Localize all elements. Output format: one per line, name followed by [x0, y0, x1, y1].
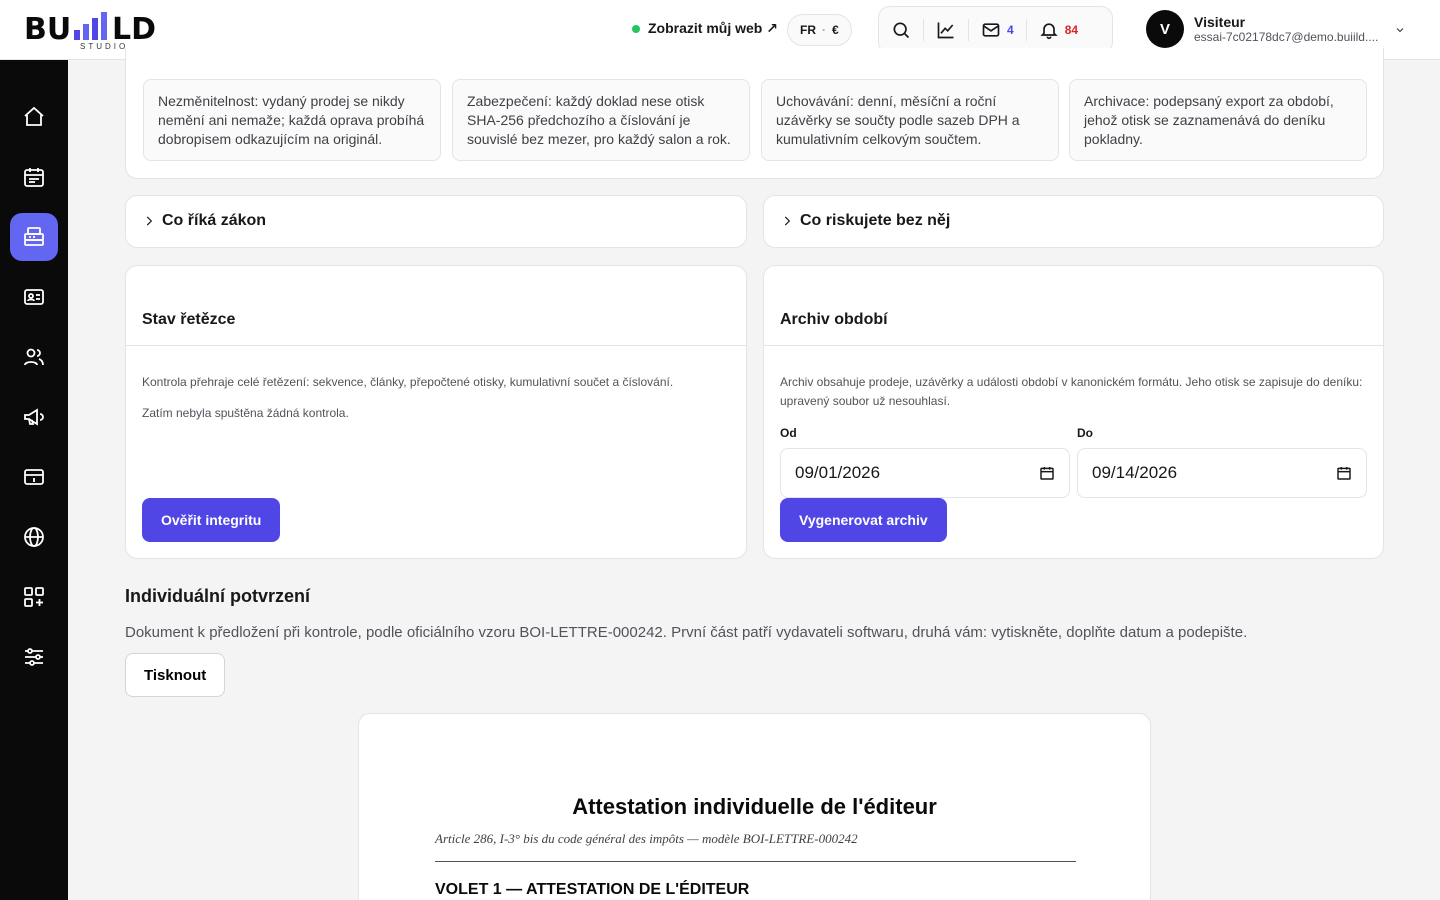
- sidebar-item-contacts[interactable]: [10, 273, 58, 321]
- document-section-heading: VOLET 1 — ATTESTATION DE L'ÉDITEUR: [435, 881, 750, 898]
- sidebar-item-calendar[interactable]: [10, 153, 58, 201]
- user-email: essai-7c02178dc7@demo.buiild....: [1194, 30, 1379, 44]
- rule-retention: Uchovávání: denní, měsíční a roční uzávě…: [761, 79, 1059, 161]
- sidebar-item-marketing[interactable]: [10, 393, 58, 441]
- sidebar-item-home[interactable]: [10, 93, 58, 141]
- user-menu[interactable]: V Visiteur essai-7c02178dc7@demo.buiild.…: [1146, 10, 1384, 48]
- risk-collapsible-title: Co riskujete bez něj: [800, 212, 951, 229]
- print-button[interactable]: Tisknout: [125, 653, 226, 697]
- language-currency-selector[interactable]: FR · €: [787, 14, 852, 46]
- risk-collapsible[interactable]: Co riskujete bez něj: [763, 195, 1384, 248]
- notifications-button[interactable]: 84: [1027, 7, 1090, 53]
- settings-sliders-icon: [25, 648, 43, 666]
- card-divider: [764, 345, 1383, 346]
- megaphone-icon: [24, 408, 44, 426]
- rule-immutability: Nezměnitelnost: vydaný prodej se nikdy n…: [143, 79, 441, 161]
- payment-card-icon: [24, 469, 44, 485]
- period-archive-card: Archiv období Archiv obsahuje prodeje, u…: [763, 265, 1384, 559]
- risk-collapsible-header: Co riskujete bez něj: [780, 212, 950, 230]
- search-button[interactable]: [879, 7, 923, 53]
- card-divider: [126, 345, 746, 346]
- compliance-rules-card: Nezměnitelnost: vydaný prodej se nikdy n…: [125, 48, 1384, 179]
- avatar: V: [1146, 10, 1184, 48]
- apps-icon: [24, 587, 44, 607]
- cash-register-icon: [24, 227, 44, 246]
- users-icon: [24, 348, 44, 366]
- calendar-picker-icon[interactable]: [1336, 465, 1352, 481]
- chart-line-icon: [937, 22, 954, 39]
- bell-icon: [1040, 23, 1058, 40]
- law-collapsible-title: Co říká zákon: [162, 212, 267, 229]
- logo-subtitle: STUDIO: [80, 42, 129, 51]
- mail-count: 4: [1007, 23, 1014, 37]
- chevron-down-icon[interactable]: [1394, 24, 1406, 36]
- to-date-value: 09/14/2026: [1092, 463, 1178, 482]
- to-date-field[interactable]: 09/14/2026: [1077, 448, 1367, 498]
- online-status-dot: [632, 24, 640, 33]
- sidebar-item-website[interactable]: [10, 513, 58, 561]
- globe-icon: [24, 527, 44, 547]
- from-date-label: Od: [780, 426, 797, 440]
- notification-count: 84: [1064, 23, 1079, 37]
- view-my-site-link[interactable]: Zobrazit můj web ↗: [632, 20, 778, 37]
- sidebar-item-payments[interactable]: [10, 453, 58, 501]
- period-archive-title: Archiv období: [780, 311, 888, 328]
- law-collapsible-header: Co říká zákon: [142, 212, 266, 230]
- home-icon: [24, 106, 44, 126]
- sidebar: [0, 60, 68, 900]
- stats-button[interactable]: [924, 7, 968, 53]
- svg-text:BU: BU: [24, 12, 71, 47]
- attestation-document-preview: Attestation individuelle de l'éditeur Ar…: [358, 713, 1151, 900]
- separator-dot: ·: [822, 23, 826, 37]
- sidebar-item-apps[interactable]: [10, 573, 58, 621]
- document-subtitle: Article 286, I-3° bis du code général de…: [435, 831, 858, 846]
- chain-check-description: Kontrola přehraje celé řetězení: sekvenc…: [142, 375, 674, 389]
- rule-archiving: Archivace: podepsaný export za období, j…: [1069, 79, 1367, 161]
- view-my-site-label: Zobrazit můj web ↗: [648, 20, 778, 36]
- user-name: Visiteur: [1194, 14, 1246, 30]
- chain-status-title: Stav řetězce: [142, 311, 236, 328]
- from-date-value: 09/01/2026: [795, 463, 881, 482]
- chain-check-status: Zatím nebyla spuštěna žádná kontrola.: [142, 406, 349, 420]
- header-toolbar: 4 84: [878, 6, 1113, 54]
- individual-attestation-description: Dokument k předložení při kontrole, podl…: [125, 624, 1248, 641]
- chain-status-card: Stav řetězce Kontrola přehraje celé řetě…: [125, 265, 747, 559]
- messages-button[interactable]: 4: [969, 7, 1026, 53]
- verify-integrity-button[interactable]: Ověřit integritu: [142, 498, 281, 542]
- build-studio-logo[interactable]: BU LD STUDIO: [24, 8, 184, 52]
- law-collapsible[interactable]: Co říká zákon: [125, 195, 747, 248]
- calendar-icon: [24, 168, 44, 187]
- language-code: FR: [800, 23, 816, 37]
- sidebar-item-settings[interactable]: [10, 633, 58, 681]
- currency-symbol: €: [832, 23, 839, 37]
- contact-card-icon: [24, 289, 44, 305]
- from-date-field[interactable]: 09/01/2026: [780, 448, 1070, 498]
- sidebar-item-cash-register[interactable]: [10, 213, 58, 261]
- sidebar-item-clients[interactable]: [10, 333, 58, 381]
- document-divider: [435, 861, 1076, 862]
- chevron-right-icon: [146, 216, 153, 226]
- to-date-label: Do: [1077, 426, 1093, 440]
- mail-icon: [982, 23, 1000, 37]
- archive-description: Archiv obsahuje prodeje, uzávěrky a udál…: [780, 375, 1363, 408]
- document-title: Attestation individuelle de l'éditeur: [572, 794, 937, 819]
- calendar-picker-icon[interactable]: [1039, 465, 1055, 481]
- individual-attestation-title: Individuální potvrzení: [125, 586, 311, 606]
- chevron-right-icon: [784, 216, 791, 226]
- generate-archive-button[interactable]: Vygenerovat archiv: [780, 498, 947, 542]
- search-icon: [893, 22, 910, 39]
- rule-security: Zabezpečení: každý doklad nese otisk SHA…: [452, 79, 750, 161]
